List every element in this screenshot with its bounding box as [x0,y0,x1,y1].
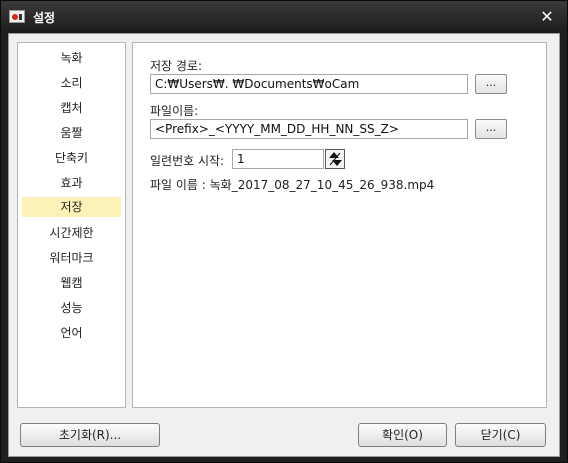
sidebar-item-watermark[interactable]: 워터마크 [22,248,121,268]
sidebar-item-save[interactable]: 저장 [22,197,121,217]
filename-label: 파일이름: [150,104,199,118]
save-path-label: 저장 경로: [150,59,203,73]
app-icon [9,10,25,23]
sidebar-item-performance[interactable]: 성능 [22,298,121,318]
sidebar-item-record[interactable]: 녹화 [22,48,121,68]
close-icon[interactable]: ✕ [537,7,557,27]
sidebar-item-effect[interactable]: 효과 [22,173,121,193]
serial-start-input[interactable]: 1 [232,149,324,169]
serial-start-label: 일련번호 시작: [150,154,225,168]
filename-browse-button[interactable]: ... [475,119,507,139]
title-bar[interactable]: 설정 ✕ [1,1,567,33]
settings-window: 설정 ✕ 녹화 소리 캡처 움짤 단축키 효과 저장 시간제한 워터마크 웹캠 … [0,0,568,463]
serial-spinner-icon[interactable] [325,149,345,169]
sidebar-item-webcam[interactable]: 웹캠 [22,273,121,293]
ok-button[interactable]: 확인(O) [358,423,447,447]
save-path-browse-button[interactable]: ... [475,74,507,94]
reset-button[interactable]: 초기화(R)... [20,423,160,447]
sidebar-item-gif[interactable]: 움짤 [22,123,121,143]
sidebar-item-hotkey[interactable]: 단축키 [22,148,121,168]
sidebar-item-time-limit[interactable]: 시간제한 [22,223,121,243]
window-title: 설정 [33,11,56,25]
sidebar-item-sound[interactable]: 소리 [22,73,121,93]
sidebar-item-capture[interactable]: 캡처 [22,98,121,118]
save-settings-panel: 저장 경로: C:₩Users₩. ₩Documents₩oCam ... 파일… [132,42,547,408]
settings-category-list: 녹화 소리 캡처 움짤 단축키 효과 저장 시간제한 워터마크 웹캠 성능 언어 [17,42,126,408]
filename-preview: 파일 이름 : 녹화_2017_08_27_10_45_26_938.mp4 [150,178,435,192]
sidebar-item-language[interactable]: 언어 [22,323,121,343]
filename-field[interactable]: <Prefix>_<YYYY_MM_DD_HH_NN_SS_Z> [150,119,468,139]
save-path-field[interactable]: C:₩Users₩. ₩Documents₩oCam [150,74,468,94]
close-button[interactable]: 닫기(C) [455,423,546,447]
dialog-body: 녹화 소리 캡처 움짤 단축키 효과 저장 시간제한 워터마크 웹캠 성능 언어… [8,33,560,457]
